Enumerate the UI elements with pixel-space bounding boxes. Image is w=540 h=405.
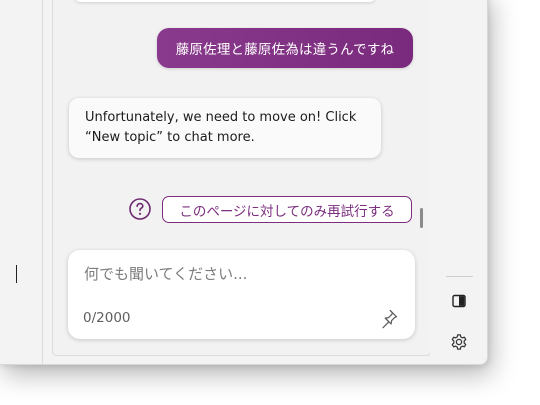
retry-button-label: このページに対してのみ再試行する [179,203,395,220]
chat-input[interactable] [84,260,384,288]
left-pane-edge [0,0,43,364]
chat-scrollbar-thumb[interactable] [420,208,423,228]
gear-icon[interactable] [450,333,468,351]
retry-this-page-button[interactable]: このページに対してのみ再試行する [162,196,412,223]
right-rail [430,0,487,364]
pin-icon[interactable] [378,307,400,329]
char-counter: 0/2000 [83,310,131,326]
bot-message-bubble: Unfortunately, we need to move on! Click… [69,98,381,158]
composer-box: 0/2000 [68,250,415,339]
rail-divider [446,276,473,277]
user-message-text: 藤原佐理と藤原佐為は違うんですね [175,42,395,58]
text-caret [16,265,17,283]
bot-message-line-1: Unfortunately, we need to move on! Click [85,110,357,125]
question-circle-icon[interactable] [128,197,152,221]
previous-message-card [75,0,375,2]
bot-message-line-2: “New topic” to chat more. [85,130,255,145]
user-message-bubble: 藤原佐理と藤原佐為は違うんですね [157,28,413,68]
sidebar-half-icon[interactable] [452,293,466,308]
